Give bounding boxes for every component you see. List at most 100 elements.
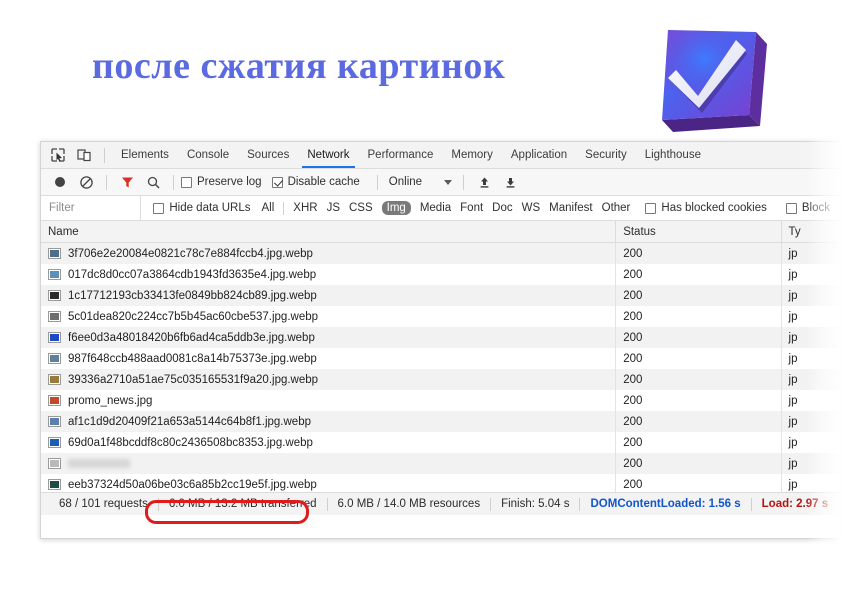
table-row[interactable]: 987f648ccb488aad0081c8a14b75373e.jpg.web… xyxy=(41,348,840,369)
cell-name: 5c01dea820c224cc7b5b45ac60cbe537.jpg.web… xyxy=(41,306,617,327)
cell-type: jp xyxy=(788,457,798,470)
search-icon[interactable] xyxy=(141,171,165,193)
cell-name: 987f648ccb488aad0081c8a14b75373e.jpg.web… xyxy=(41,348,617,369)
request-filename: 5c01dea820c224cc7b5b45ac60cbe537.jpg.web… xyxy=(68,310,319,323)
tab-elements[interactable]: Elements xyxy=(112,142,178,168)
cell-name: 39336a2710a51ae75c035165531f9a20.jpg.web… xyxy=(41,369,617,390)
request-thumbnail-icon xyxy=(48,269,61,280)
table-row[interactable]: 200 jp xyxy=(41,453,840,474)
summary-load: Load: 2.97 s xyxy=(761,498,829,510)
table-row[interactable]: 5c01dea820c224cc7b5b45ac60cbe537.jpg.web… xyxy=(41,306,840,327)
disable-cache-box[interactable] xyxy=(271,176,283,188)
table-row[interactable]: 69d0a1f48bcddf8c80c2436508bc8353.jpg.web… xyxy=(41,432,840,453)
column-header-status[interactable]: Status xyxy=(616,221,782,242)
inspect-element-icon[interactable] xyxy=(46,144,70,166)
filter-type-manifest[interactable]: Manifest xyxy=(549,202,592,214)
cell-name: f6ee0d3a48018420b6fb6ad4ca5ddb3e.jpg.web… xyxy=(41,327,617,348)
filter-type-doc[interactable]: Doc xyxy=(492,202,512,214)
cell-type: jp xyxy=(788,289,798,302)
cell-type: jp xyxy=(788,331,798,344)
tab-application[interactable]: Application xyxy=(502,142,576,168)
cell-status: 200 xyxy=(616,285,782,306)
table-row[interactable]: 3f706e2e20084e0821c78c7e884fccb4.jpg.web… xyxy=(41,243,840,264)
tab-sources[interactable]: Sources xyxy=(238,142,298,168)
table-row[interactable]: promo_news.jpg 200 jp xyxy=(41,390,840,411)
throttle-value: Online xyxy=(388,176,423,188)
filter-type-all[interactable]: All xyxy=(262,202,275,214)
cell-status: 200 xyxy=(616,243,782,264)
throttle-select[interactable]: Online xyxy=(385,176,456,188)
cell-name: 3f706e2e20084e0821c78c7e884fccb4.jpg.web… xyxy=(41,243,617,264)
request-filename: 39336a2710a51ae75c035165531f9a20.jpg.web… xyxy=(68,373,319,386)
preserve-log-box[interactable] xyxy=(181,176,192,188)
request-filename: 69d0a1f48bcddf8c80c2436508bc8353.jpg.web… xyxy=(68,436,313,449)
toolbar-divider-1 xyxy=(106,174,107,190)
request-thumbnail-icon xyxy=(48,458,61,469)
cell-status: 200 xyxy=(616,306,782,327)
column-header-type[interactable]: Ty xyxy=(782,221,840,242)
hide-data-urls-label: Hide data URLs xyxy=(169,202,251,214)
cell-status: 200 xyxy=(616,264,782,285)
filter-type-css[interactable]: CSS xyxy=(349,202,373,214)
cell-name xyxy=(41,453,617,474)
toolbar-divider-2 xyxy=(173,174,174,190)
has-blocked-cookies-box[interactable] xyxy=(645,202,657,214)
table-row[interactable]: 1c17712193cb33413fe0849bb824cb89.jpg.web… xyxy=(41,285,840,306)
request-filename: 3f706e2e20084e0821c78c7e884fccb4.jpg.web… xyxy=(68,247,313,260)
upload-arrow-icon[interactable] xyxy=(472,171,496,193)
has-blocked-cookies-label: Has blocked cookies xyxy=(661,202,767,214)
summary-finish: Finish: 5.04 s xyxy=(501,498,570,510)
request-thumbnail-icon xyxy=(48,374,61,385)
devtools-panel: Elements Console Sources Network Perform… xyxy=(40,141,840,539)
request-filename: 1c17712193cb33413fe0849bb824cb89.jpg.web… xyxy=(68,289,317,302)
summary-domcontentloaded: DOMContentLoaded: 1.56 s xyxy=(590,498,741,510)
network-filter-bar: Filter Hide data URLs All XHR JS CSS Img… xyxy=(41,196,840,221)
device-toolbar-icon[interactable] xyxy=(72,144,96,166)
request-thumbnail-icon xyxy=(48,332,61,343)
record-button-icon[interactable] xyxy=(48,171,72,193)
tab-lighthouse[interactable]: Lighthouse xyxy=(636,142,710,168)
toolbar-divider-3 xyxy=(376,174,378,190)
request-filename: eeb37324d50a06be03c6a85b2cc19e5f.jpg.web… xyxy=(68,478,317,491)
cell-status: 200 xyxy=(616,390,782,411)
request-thumbnail-icon xyxy=(48,479,61,490)
hide-data-urls-box[interactable] xyxy=(153,202,165,214)
cell-type: jp xyxy=(788,268,798,281)
table-row[interactable]: 017dc8d0cc07a3864cdb1943fd3635e4.jpg.web… xyxy=(41,264,840,285)
filter-type-media[interactable]: Media xyxy=(420,202,451,214)
filter-type-other[interactable]: Other xyxy=(602,202,631,214)
redacted-filename xyxy=(68,459,130,468)
filter-type-font[interactable]: Font xyxy=(460,202,483,214)
filter-type-ws[interactable]: WS xyxy=(522,202,541,214)
blocked-requests-checkbox[interactable]: Block xyxy=(785,202,830,214)
filter-type-img[interactable]: Img xyxy=(381,201,411,215)
filter-funnel-icon[interactable] xyxy=(115,171,139,193)
download-arrow-icon[interactable] xyxy=(498,171,522,193)
clear-icon[interactable] xyxy=(74,171,98,193)
filter-type-js[interactable]: JS xyxy=(327,202,340,214)
request-thumbnail-icon xyxy=(48,416,61,427)
table-row[interactable]: 39336a2710a51ae75c035165531f9a20.jpg.web… xyxy=(41,369,840,390)
request-filename: f6ee0d3a48018420b6fb6ad4ca5ddb3e.jpg.web… xyxy=(68,331,315,344)
request-thumbnail-icon xyxy=(48,353,61,364)
column-header-name[interactable]: Name xyxy=(41,221,617,242)
requests-table-body: 3f706e2e20084e0821c78c7e884fccb4.jpg.web… xyxy=(41,243,840,516)
hide-data-urls-checkbox[interactable]: Hide data URLs xyxy=(153,202,251,214)
cell-type: jp xyxy=(788,373,798,386)
tab-performance[interactable]: Performance xyxy=(359,142,443,168)
filter-input[interactable]: Filter xyxy=(41,196,142,220)
table-row[interactable]: af1c1d9d20409f21a653a5144c64b8f1.jpg.web… xyxy=(41,411,840,432)
tab-security[interactable]: Security xyxy=(576,142,636,168)
tab-console[interactable]: Console xyxy=(178,142,238,168)
disable-cache-checkbox[interactable]: Disable cache xyxy=(271,176,360,188)
blocked-requests-box[interactable] xyxy=(785,202,797,214)
preserve-log-checkbox[interactable]: Preserve log xyxy=(181,176,262,188)
has-blocked-cookies-checkbox[interactable]: Has blocked cookies xyxy=(645,202,767,214)
cell-status: 200 xyxy=(616,411,782,432)
cell-name: 017dc8d0cc07a3864cdb1943fd3635e4.jpg.web… xyxy=(41,264,617,285)
filter-type-xhr[interactable]: XHR xyxy=(293,202,317,214)
table-row[interactable]: f6ee0d3a48018420b6fb6ad4ca5ddb3e.jpg.web… xyxy=(41,327,840,348)
tab-network[interactable]: Network xyxy=(298,142,358,168)
cell-name: promo_news.jpg xyxy=(41,390,617,411)
tab-memory[interactable]: Memory xyxy=(442,142,502,168)
